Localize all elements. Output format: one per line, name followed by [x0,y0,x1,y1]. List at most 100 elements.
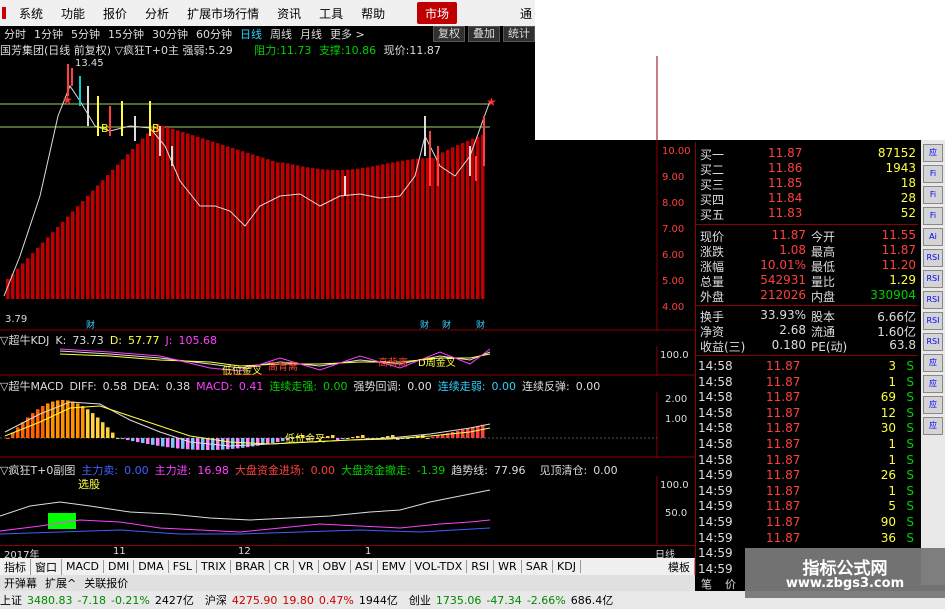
indicator-tab[interactable]: FSL [169,560,197,573]
bid-row[interactable]: 买四 11.84 28 [696,191,918,207]
fund-chart[interactable]: 选股 100.0 50.0 [0,476,695,544]
macd-bar [191,438,195,450]
sidebar-tool-button[interactable]: 应 [923,375,943,393]
extend-button[interactable]: 扩展^ [41,575,80,591]
indicator-tab[interactable]: OBV [319,560,351,573]
volume-bar [251,154,255,299]
period-5min[interactable]: 5分钟 [67,26,104,42]
period-30min[interactable]: 30分钟 [148,26,192,42]
indicator-tab[interactable]: DMI [104,560,135,573]
indicator-tab[interactable]: VOL-TDX [411,560,468,573]
menu-item-help[interactable]: 帮助 [352,5,394,22]
stat-value: 63.8 [889,338,916,352]
period-1min[interactable]: 1分钟 [30,26,67,42]
sidebar-tool-button[interactable]: RSI [923,270,943,288]
volume-bar [271,160,275,299]
macd-bar [266,438,270,444]
sidebar-tool-button[interactable]: Fi [923,207,943,225]
bid-row[interactable]: 买一 11.87 87152 [696,146,918,162]
overlay-button[interactable]: 叠加 [468,26,500,42]
index-quote[interactable]: 沪深 4275.90 19.80 0.47% 1944亿 [205,592,403,608]
sidebar-tool-button[interactable]: RSI [923,333,943,351]
tick-row[interactable]: 14:59 11.87 26 S [696,468,918,483]
period-day[interactable]: 日线 [236,26,266,42]
macd-chart[interactable]: 低位金叉 2.00 1.00 [0,392,695,458]
indicator-tab[interactable]: ASI [351,560,378,573]
quote-tab-bi[interactable]: 笔 [701,576,712,592]
index-quote[interactable]: 上证 3480.83 -7.18 -0.21% 2427亿 [0,592,199,608]
bid-row[interactable]: 买三 11.85 18 [696,176,918,192]
sidebar-tool-button[interactable]: 应 [923,144,943,162]
sidebar-tool-button[interactable]: RSI [923,249,943,267]
stat-row[interactable]: 换手 33.93% 股本 6.66亿 [696,308,918,324]
sidebar-tool-button[interactable]: 应 [923,417,943,435]
volume-bar [246,152,250,299]
macd-bar [336,438,340,440]
indicator-tab[interactable]: 窗口 [31,558,62,575]
sidebar-tool-button[interactable]: 应 [923,354,943,372]
sidebar-tool-button[interactable]: RSI [923,312,943,330]
tick-row[interactable]: 14:58 11.87 1 S [696,437,918,452]
indicator-tab[interactable]: BRAR [231,560,271,573]
sidebar-tool-button[interactable]: Ai [923,228,943,246]
kdj-chart[interactable]: 低位金叉 高背离 高背离 D周金叉 100.0 [0,346,695,376]
tick-row[interactable]: 14:59 11.87 5 S [696,499,918,514]
period-month[interactable]: 月线 [296,26,326,42]
quote-tab-jia[interactable]: 价 [725,576,736,592]
period-60min[interactable]: 60分钟 [192,26,236,42]
tick-row[interactable]: 14:58 11.87 3 S [696,359,918,374]
menu-item-system[interactable]: 系统 [10,5,52,22]
menu-item-quote[interactable]: 报价 [94,5,136,22]
bid-row[interactable]: 买五 11.83 52 [696,206,918,222]
stat-row[interactable]: 涨跌 1.08 最高 11.87 [696,243,918,259]
index-quote[interactable]: 创业 1735.06 -47.34 -2.66% 686.4亿 [409,592,618,608]
period-15min[interactable]: 15分钟 [104,26,148,42]
fuquan-button[interactable]: 复权 [433,26,465,42]
indicator-tab[interactable]: KDJ [553,560,581,573]
period-more[interactable]: 更多 > [326,26,369,42]
template-button[interactable]: 模板 [664,558,695,575]
stat-row[interactable]: 净资 2.68 流通 1.60亿 [696,323,918,339]
indicator-tab[interactable]: RSI [467,560,495,573]
tick-row[interactable]: 14:58 11.87 1 S [696,453,918,468]
indicator-tab[interactable]: EMV [378,560,411,573]
tick-row[interactable]: 14:58 11.87 69 S [696,390,918,405]
indicator-tab[interactable]: TRIX [197,560,232,573]
stat-row[interactable]: 外盘 212026 内盘 330904 [696,288,918,304]
indicator-tab[interactable]: SAR [522,560,554,573]
period-week[interactable]: 周线 [266,26,296,42]
tick-row[interactable]: 14:58 11.87 1 S [696,375,918,390]
tick-row[interactable]: 14:59 11.87 36 S [696,531,918,546]
indicator-tab[interactable]: 指标 [0,558,31,575]
stats-button[interactable]: 统计 [503,26,535,42]
tick-row[interactable]: 14:58 11.87 30 S [696,421,918,436]
menu-item-news[interactable]: 资讯 [268,5,310,22]
stat-row[interactable]: 现价 11.87 今开 11.55 [696,228,918,244]
sidebar-tool-button[interactable]: RSI [923,291,943,309]
stat-row[interactable]: 总量 542931 量比 1.29 [696,273,918,289]
menu-item-function[interactable]: 功能 [52,5,94,22]
sidebar-tool-button[interactable]: Fi [923,186,943,204]
tick-row[interactable]: 14:59 11.87 1 S [696,484,918,499]
sidebar-tool-button[interactable]: Fi [923,165,943,183]
period-fenshi[interactable]: 分时 [0,26,30,42]
indicator-tab[interactable]: MACD [62,560,104,573]
stat-row[interactable]: 收益(三) 0.180 PE(动) 63.8 [696,338,918,354]
indicator-tab[interactable]: VR [294,560,319,573]
menu-item-ext-market[interactable]: 扩展市场行情 [178,5,268,22]
indicator-tab[interactable]: CR [270,560,295,573]
danmu-button[interactable]: 开弹幕 [0,575,41,591]
menu-item-analysis[interactable]: 分析 [136,5,178,22]
tick-row[interactable]: 14:58 11.87 12 S [696,406,918,421]
sidebar-tool-button[interactable]: 应 [923,396,943,414]
main-kline-chart[interactable]: 13.45 3.79 B B ★ ★ 财 财 财 财 10.00 9.00 8.00… [0,56,695,331]
indicator-tab[interactable]: DMA [134,560,169,573]
tick-row[interactable]: 14:59 11.87 90 S [696,515,918,530]
market-tab[interactable]: 市场 [417,2,458,24]
stat-row[interactable]: 涨幅 10.01% 最低 11.20 [696,258,918,274]
menu-item-tong[interactable]: 通 [520,5,532,22]
bid-row[interactable]: 买二 11.86 1943 [696,161,918,177]
indicator-tab[interactable]: WR [494,560,522,573]
menu-item-tools[interactable]: 工具 [310,5,352,22]
related-quote-button[interactable]: 关联报价 [80,575,132,591]
